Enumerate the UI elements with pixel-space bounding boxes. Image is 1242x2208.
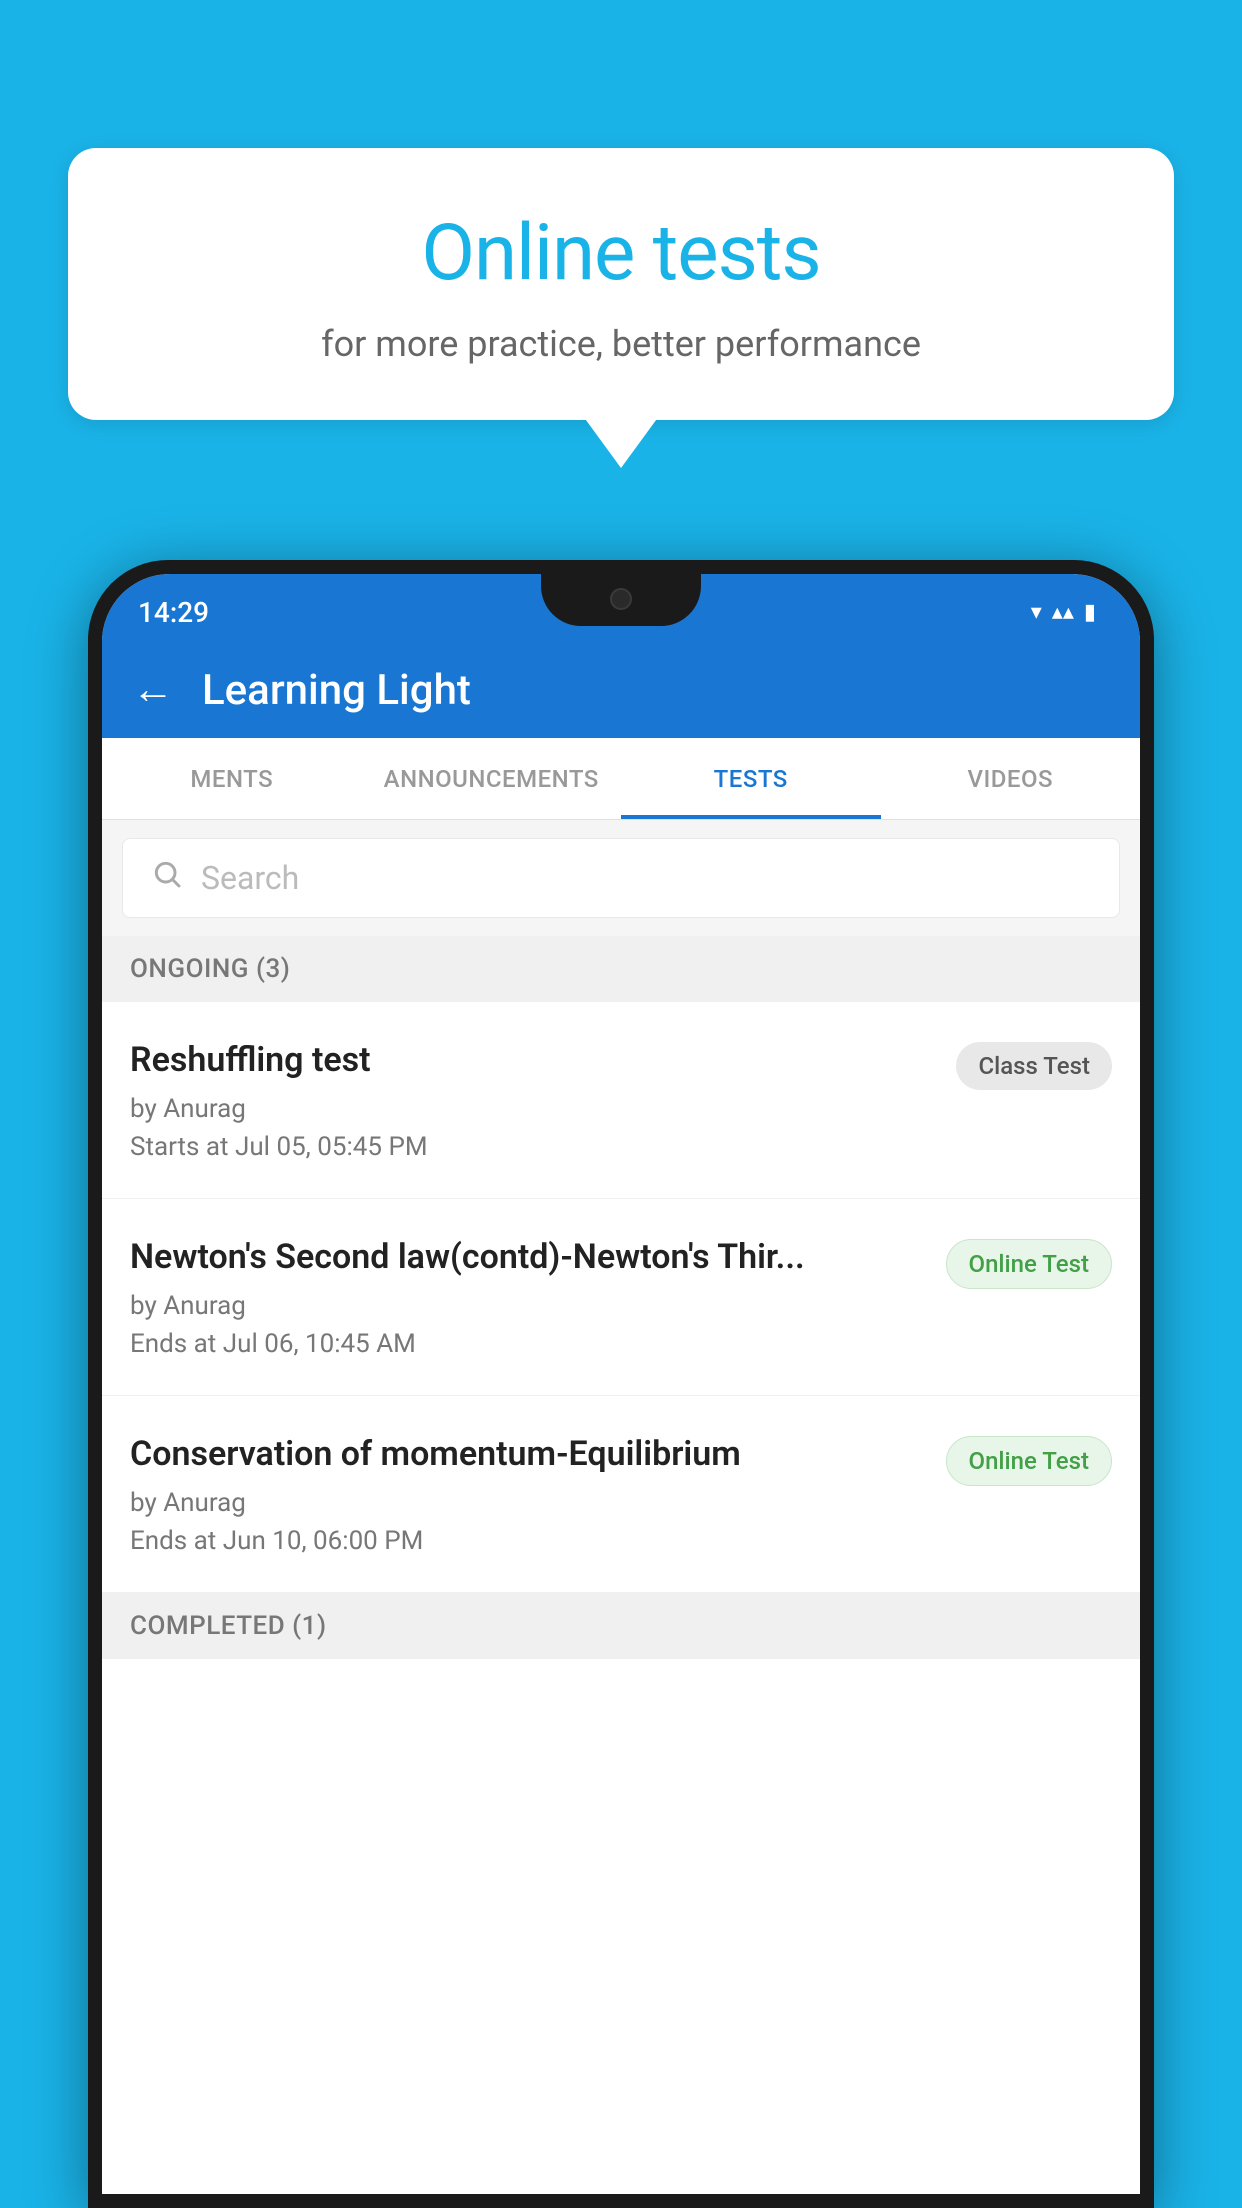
status-icons: ▾ ▴▴ ▮ bbox=[1031, 592, 1096, 625]
search-icon bbox=[151, 857, 183, 899]
phone-camera bbox=[610, 588, 632, 610]
status-time: 14:29 bbox=[138, 588, 209, 629]
test-item-content-reshuffling: Reshuffling test by Anurag Starts at Jul… bbox=[130, 1038, 956, 1162]
test-item-content-newton: Newton's Second law(contd)-Newton's Thir… bbox=[130, 1235, 946, 1359]
test-item-date-newton: Ends at Jul 06, 10:45 AM bbox=[130, 1329, 926, 1359]
tabs: MENTS ANNOUNCEMENTS TESTS VIDEOS bbox=[102, 738, 1140, 820]
speech-bubble: Online tests for more practice, better p… bbox=[68, 148, 1174, 420]
phone-notch bbox=[541, 574, 701, 626]
completed-section-header: COMPLETED (1) bbox=[102, 1593, 1140, 1659]
tab-ments[interactable]: MENTS bbox=[102, 738, 362, 819]
ongoing-section-header: ONGOING (3) bbox=[102, 936, 1140, 1002]
app-bar-title: Learning Light bbox=[202, 666, 471, 715]
signal-icon: ▴▴ bbox=[1052, 600, 1074, 625]
battery-icon: ▮ bbox=[1084, 600, 1096, 625]
test-item-title-reshuffling: Reshuffling test bbox=[130, 1038, 936, 1084]
test-item-date-reshuffling: Starts at Jul 05, 05:45 PM bbox=[130, 1132, 936, 1162]
test-item-title-conservation: Conservation of momentum-Equilibrium bbox=[130, 1432, 926, 1478]
test-item-reshuffling[interactable]: Reshuffling test by Anurag Starts at Jul… bbox=[102, 1002, 1140, 1199]
test-item-title-newton: Newton's Second law(contd)-Newton's Thir… bbox=[130, 1235, 926, 1281]
search-bar[interactable]: Search bbox=[122, 838, 1120, 918]
phone-inner: 14:29 ▾ ▴▴ ▮ ← Learning Light MENTS ANNO… bbox=[102, 574, 1140, 2194]
test-item-date-conservation: Ends at Jun 10, 06:00 PM bbox=[130, 1526, 926, 1556]
app-bar: ← Learning Light bbox=[102, 642, 1140, 738]
test-item-author-newton: by Anurag bbox=[130, 1291, 926, 1321]
test-badge-newton: Online Test bbox=[946, 1239, 1112, 1289]
test-item-author-conservation: by Anurag bbox=[130, 1488, 926, 1518]
wifi-icon: ▾ bbox=[1031, 600, 1042, 625]
search-input[interactable]: Search bbox=[201, 859, 299, 897]
tab-videos[interactable]: VIDEOS bbox=[881, 738, 1141, 819]
back-button[interactable]: ← bbox=[132, 669, 174, 711]
tab-tests[interactable]: TESTS bbox=[621, 738, 881, 819]
tab-announcements[interactable]: ANNOUNCEMENTS bbox=[362, 738, 622, 819]
phone-frame: 14:29 ▾ ▴▴ ▮ ← Learning Light MENTS ANNO… bbox=[88, 560, 1154, 2208]
test-item-conservation[interactable]: Conservation of momentum-Equilibrium by … bbox=[102, 1396, 1140, 1593]
test-item-content-conservation: Conservation of momentum-Equilibrium by … bbox=[130, 1432, 946, 1556]
speech-bubble-subtitle: for more practice, better performance bbox=[118, 323, 1124, 365]
test-badge-reshuffling: Class Test bbox=[956, 1042, 1112, 1090]
test-item-newton[interactable]: Newton's Second law(contd)-Newton's Thir… bbox=[102, 1199, 1140, 1396]
speech-bubble-title: Online tests bbox=[118, 208, 1124, 299]
test-badge-conservation: Online Test bbox=[946, 1436, 1112, 1486]
test-item-author-reshuffling: by Anurag bbox=[130, 1094, 936, 1124]
search-container: Search bbox=[102, 820, 1140, 936]
